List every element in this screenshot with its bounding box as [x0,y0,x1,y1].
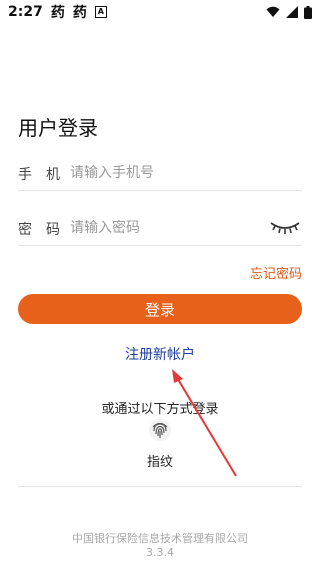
alternate-login-title: 或通过以下方式登录 [101,402,219,417]
battery-icon [304,5,312,19]
phone-label: 手机 [18,167,74,183]
status-bar: 2:27 药 药 A [0,0,320,24]
eye-closed-icon[interactable] [269,218,301,236]
fingerprint-label: 指纹 [146,455,173,470]
app-notification-icon: 药 [50,5,65,21]
annotation-arrow-icon [172,369,237,477]
app-notification-icon: 药 [72,5,87,21]
status-left: 2:27 药 药 A [8,2,107,22]
phone-input[interactable] [70,163,270,183]
wifi-icon [266,6,280,17]
password-divider [18,245,302,246]
forgot-password-link[interactable]: 忘记密码 [250,263,302,282]
fingerprint-icon[interactable] [148,418,172,442]
app-version: 3.3.4 [146,546,174,559]
company-name: 中国银行保险信息技术管理有限公司 [72,532,248,545]
signal-icon [286,6,298,18]
status-right [266,5,312,19]
password-input[interactable] [70,218,270,238]
password-label: 密码 [18,222,74,238]
register-link[interactable]: 注册新帐户 [0,344,320,364]
page-title: 用户登录 [18,116,98,140]
phone-divider [18,190,302,191]
login-button[interactable]: 登录 [18,294,302,324]
notification-a-icon: A [94,6,107,18]
status-time: 2:27 [8,4,43,20]
bottom-divider [18,486,302,487]
